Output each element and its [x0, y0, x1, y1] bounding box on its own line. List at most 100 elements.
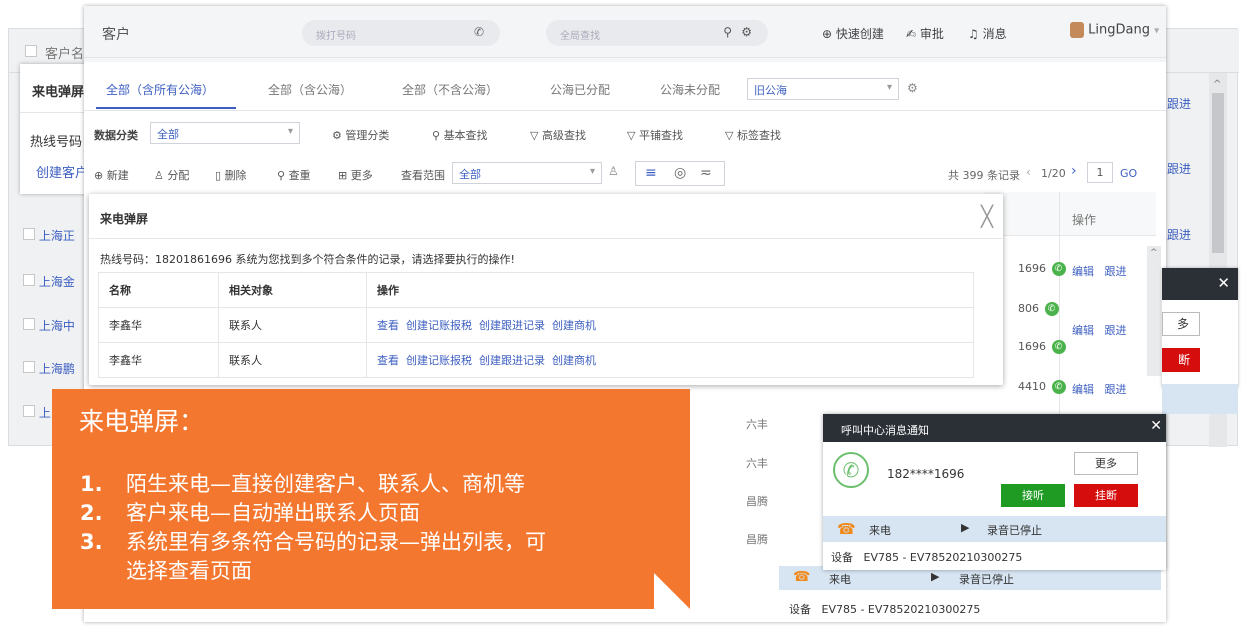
- edit-link[interactable]: 编辑: [1072, 324, 1094, 337]
- table-scrollbar[interactable]: ^: [1147, 246, 1161, 376]
- next-page-icon[interactable]: ›: [1071, 163, 1077, 179]
- bg-row-checkbox[interactable]: [23, 361, 35, 373]
- tab-all-with-all-pools[interactable]: 全部（含所有公海）: [106, 81, 214, 98]
- bg-row-name[interactable]: 上海金: [39, 275, 75, 289]
- view-link[interactable]: 查看: [377, 354, 399, 367]
- bg-follow-link[interactable]: 跟进: [1167, 226, 1191, 243]
- plus-circle-icon: ⊕: [94, 169, 104, 182]
- globe-icon[interactable]: ◎: [674, 165, 686, 181]
- basic-search-button[interactable]: ⚲ 基本查找: [432, 127, 488, 143]
- edit-link[interactable]: 编辑: [1072, 383, 1094, 396]
- bg-row-checkbox[interactable]: [23, 228, 35, 240]
- scroll-up-icon[interactable]: ^: [1213, 79, 1221, 90]
- edit-link[interactable]: 编辑: [1072, 265, 1094, 278]
- list-view-icon[interactable]: ≡: [645, 165, 657, 181]
- delete-button[interactable]: ▯ 删除: [215, 167, 247, 183]
- tag-search-button[interactable]: ▽ 标签查找: [725, 127, 781, 143]
- telephone-icon: ☎: [793, 569, 811, 585]
- more-button[interactable]: ⊞ 更多: [338, 167, 373, 183]
- bg-row-name[interactable]: 上海正: [39, 229, 75, 243]
- play-icon[interactable]: ▶: [931, 570, 939, 583]
- more-button[interactable]: 更多: [1074, 452, 1138, 475]
- bg-row[interactable]: 上海鹏: [23, 360, 75, 377]
- manage-category-button[interactable]: ⚙ 管理分类: [332, 127, 389, 143]
- bg-popup-hotline: 热线号码: [30, 135, 83, 150]
- tab-pool-assigned[interactable]: 公海已分配: [550, 81, 610, 98]
- phone-cell[interactable]: 4410 ✆: [1018, 380, 1066, 394]
- follow-link[interactable]: 跟进: [1105, 383, 1127, 396]
- close-icon[interactable]: ✕: [1150, 418, 1162, 434]
- pool-select[interactable]: 旧公海: [747, 78, 899, 100]
- users-icon[interactable]: ♙: [608, 164, 619, 178]
- page-input[interactable]: 1: [1087, 162, 1113, 183]
- phone-cell[interactable]: 1696 ✆: [1018, 262, 1066, 276]
- funnel-icon[interactable]: ≂: [700, 165, 712, 181]
- bg-row-name[interactable]: 上海鹏: [39, 362, 75, 376]
- phone-icon[interactable]: ✆: [474, 25, 484, 39]
- bg-scroll-thumb[interactable]: [1212, 93, 1224, 253]
- call-icon[interactable]: ✆: [1044, 302, 1059, 316]
- call-icon[interactable]: ✆: [1051, 262, 1066, 276]
- messages-button[interactable]: ♫ 消息: [968, 25, 1007, 42]
- user-menu[interactable]: LingDang ▾: [1070, 22, 1159, 38]
- pool-settings-icon[interactable]: ⚙: [907, 81, 918, 95]
- global-search-input[interactable]: 全局查找 ⚲ ⚙: [546, 20, 768, 46]
- close-icon[interactable]: ✕: [1217, 274, 1230, 292]
- dial-input[interactable]: 拨打号码 ✆: [302, 20, 500, 46]
- create-followup-link[interactable]: 创建跟进记录: [479, 319, 545, 332]
- bg-row-checkbox[interactable]: [23, 318, 35, 330]
- tab-pool-unassigned[interactable]: 公海未分配: [660, 81, 720, 98]
- bg-row-name[interactable]: 上: [39, 406, 51, 420]
- tab-all-with-pool[interactable]: 全部（含公海）: [268, 81, 352, 98]
- phone-cell[interactable]: 1696 ✆: [1018, 340, 1066, 354]
- create-opportunity-link[interactable]: 创建商机: [552, 354, 596, 367]
- play-icon[interactable]: ▶: [961, 521, 969, 534]
- quick-create-button[interactable]: ⊕ 快速创建: [822, 25, 884, 42]
- assign-button[interactable]: ♙ 分配: [154, 167, 189, 183]
- scroll-up-icon[interactable]: ^: [1150, 248, 1158, 258]
- scope-label: 查看范围: [401, 169, 445, 182]
- close-icon[interactable]: ╳: [981, 204, 993, 228]
- follow-link[interactable]: 跟进: [1105, 324, 1127, 337]
- bg-follow-link[interactable]: 跟进: [1167, 95, 1191, 112]
- call-icon[interactable]: ✆: [1051, 340, 1066, 354]
- answer-button[interactable]: 接听: [1001, 484, 1065, 507]
- hangup-button[interactable]: 挂断: [1074, 484, 1138, 507]
- right-more-button[interactable]: 多: [1162, 312, 1200, 336]
- notification-header: 呼叫中心消息通知 ✕: [823, 414, 1166, 442]
- search-icon[interactable]: ⚲: [723, 25, 732, 39]
- bg-popup-create-link[interactable]: 创建客户: [36, 162, 88, 181]
- approval-button[interactable]: ✍ 审批: [906, 25, 944, 42]
- go-button[interactable]: GO: [1120, 167, 1137, 180]
- bg-row[interactable]: 上海中: [23, 317, 75, 334]
- bg-row-name[interactable]: 上海中: [39, 319, 75, 333]
- bg-row[interactable]: 上海正: [23, 227, 75, 244]
- prev-page-icon[interactable]: ‹: [1026, 165, 1031, 179]
- callout-title: 来电弹屏：: [79, 407, 205, 436]
- view-link[interactable]: 查看: [377, 319, 399, 332]
- approval-label: 审批: [919, 27, 944, 41]
- advanced-search-button[interactable]: ▽ 高级查找: [530, 127, 586, 143]
- bg-row-checkbox[interactable]: [23, 405, 35, 417]
- right-hangup-button[interactable]: 断: [1162, 348, 1200, 372]
- scope-select[interactable]: 全部: [452, 162, 602, 184]
- gear-icon[interactable]: ⚙: [741, 25, 752, 39]
- new-button[interactable]: ⊕ 新建: [94, 167, 129, 183]
- folded-corner: [654, 573, 690, 609]
- tab-all-without-pool[interactable]: 全部（不含公海）: [402, 81, 498, 98]
- bg-row[interactable]: 上: [23, 404, 51, 421]
- create-followup-link[interactable]: 创建跟进记录: [479, 354, 545, 367]
- phone-cell[interactable]: 806 ✆: [1018, 302, 1059, 316]
- data-category-select[interactable]: 全部: [150, 122, 300, 144]
- flat-search-button[interactable]: ▽ 平铺查找: [627, 127, 683, 143]
- create-opportunity-link[interactable]: 创建商机: [552, 319, 596, 332]
- bg-follow-link[interactable]: 跟进: [1167, 160, 1191, 177]
- dedupe-button[interactable]: ⚲ 查重: [277, 167, 311, 183]
- bg-row[interactable]: 上海金: [23, 273, 75, 290]
- bg-select-all-checkbox[interactable]: [25, 45, 37, 57]
- follow-link[interactable]: 跟进: [1105, 265, 1127, 278]
- call-icon[interactable]: ✆: [1051, 380, 1066, 394]
- bg-row-checkbox[interactable]: [23, 274, 35, 286]
- create-tax-link[interactable]: 创建记账报税: [406, 319, 472, 332]
- create-tax-link[interactable]: 创建记账报税: [406, 354, 472, 367]
